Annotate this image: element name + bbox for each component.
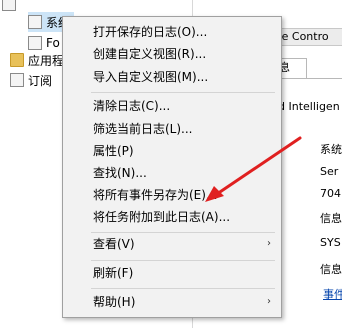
menu-item-label: 创建自定义视图(R)... bbox=[93, 47, 207, 61]
detail-source: Ser bbox=[320, 165, 339, 178]
menu-item-import-custom-view[interactable]: 导入自定义视图(M)... bbox=[63, 66, 281, 88]
log-icon bbox=[2, 0, 16, 11]
log-icon bbox=[28, 36, 42, 50]
context-menu: 打开保存的日志(O)... 创建自定义视图(R)... 导入自定义视图(M)..… bbox=[62, 16, 282, 318]
menu-item-find[interactable]: 查找(N)... bbox=[63, 162, 281, 184]
menu-item-label: 帮助(H) bbox=[93, 295, 136, 309]
tree-item-label: 订阅 bbox=[28, 73, 53, 88]
menu-item-refresh[interactable]: 刷新(F) bbox=[63, 262, 281, 284]
log-icon bbox=[10, 73, 24, 87]
detail-event-log-link[interactable]: 事件 bbox=[323, 285, 342, 305]
menu-item-label: 查看(V) bbox=[93, 237, 135, 251]
tree-item-label: Fo bbox=[46, 36, 60, 50]
menu-item-label: 属性(P) bbox=[93, 144, 134, 158]
menu-item-label: 刷新(F) bbox=[93, 266, 134, 280]
detail-event-id: 704 bbox=[320, 187, 341, 200]
folder-icon bbox=[10, 53, 24, 67]
log-icon bbox=[28, 15, 42, 29]
menu-item-label: 将任务附加到此日志(A)... bbox=[93, 210, 231, 224]
navigation-tree: 系统 Fo 应用程 订阅 bbox=[0, 0, 75, 328]
submenu-arrow-icon: › bbox=[267, 296, 271, 307]
menu-item-label: 导入自定义视图(M)... bbox=[93, 70, 209, 84]
tree-item-label: 应用程 bbox=[28, 53, 65, 68]
menu-item-label: 清除日志(C)... bbox=[93, 99, 171, 113]
menu-item-label: 将所有事件另存为(E)... bbox=[93, 188, 218, 202]
detail-level: 信息 bbox=[320, 212, 342, 225]
menu-item-label: 打开保存的日志(O)... bbox=[93, 25, 208, 39]
tree-item-applications[interactable]: 应用程 bbox=[10, 50, 64, 70]
submenu-arrow-icon: › bbox=[267, 238, 271, 249]
tree-item-top[interactable] bbox=[2, 0, 20, 14]
detail-log-name: 系统 bbox=[320, 143, 342, 156]
menu-item-view[interactable]: 查看(V) › bbox=[63, 233, 281, 255]
tree-item-subscriptions[interactable]: 订阅 bbox=[10, 70, 52, 90]
detail-user: SYS bbox=[320, 236, 341, 249]
menu-item-filter-current-log[interactable]: 筛选当前日志(L)... bbox=[63, 118, 281, 140]
menu-item-clear-log[interactable]: 清除日志(C)... bbox=[63, 95, 281, 117]
menu-item-label: 查找(N)... bbox=[93, 166, 147, 180]
event-source-text: d Intelligen bbox=[278, 100, 340, 113]
menu-item-save-all-events-as[interactable]: 将所有事件另存为(E)... bbox=[63, 184, 281, 206]
menu-separator bbox=[91, 288, 275, 289]
menu-item-open-saved-log[interactable]: 打开保存的日志(O)... bbox=[63, 21, 281, 43]
menu-item-create-custom-view[interactable]: 创建自定义视图(R)... bbox=[63, 43, 281, 65]
menu-separator bbox=[91, 260, 275, 261]
menu-item-properties[interactable]: 属性(P) bbox=[63, 140, 281, 162]
menu-item-attach-task[interactable]: 将任务附加到此日志(A)... bbox=[63, 206, 281, 228]
menu-item-label: 筛选当前日志(L)... bbox=[93, 122, 193, 136]
menu-separator bbox=[91, 92, 275, 93]
detail-opcode: 信息 bbox=[320, 263, 342, 276]
menu-item-help[interactable]: 帮助(H) › bbox=[63, 291, 281, 313]
